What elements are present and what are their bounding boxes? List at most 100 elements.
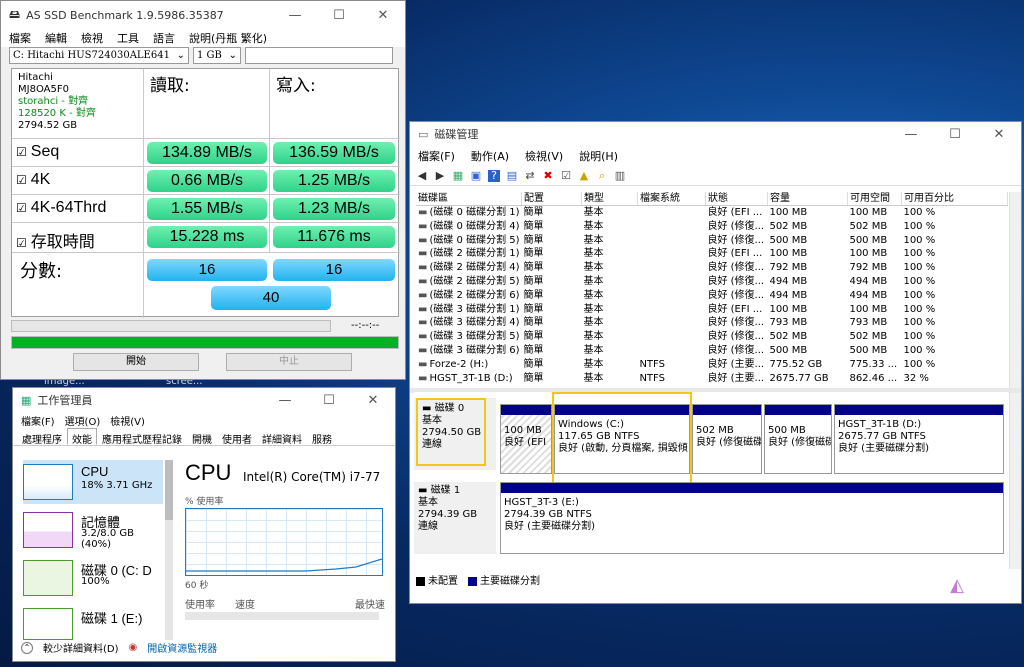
asssd-titlebar[interactable]: 🖴 AS SSD Benchmark 1.9.5986.35387 — ☐ ✕ xyxy=(1,1,405,29)
column-header[interactable]: 可用空間 xyxy=(848,192,902,205)
close-icon[interactable]: ✕ xyxy=(977,127,1021,142)
search-folder-icon[interactable]: ⌕ xyxy=(596,169,608,182)
sidebar-scrollbar[interactable] xyxy=(165,460,173,640)
partition-size: 500 MB xyxy=(768,425,806,436)
checkbox-icon[interactable]: ☑ xyxy=(16,201,27,215)
maximize-icon[interactable]: ☐ xyxy=(933,127,977,142)
table-row[interactable]: ▬ (磁碟 2 磁碟分割 6) 簡單 基本 良好 (修復... 494 MB 494 MB… xyxy=(416,289,1008,303)
check-icon[interactable]: ☑ xyxy=(560,169,572,182)
table-row[interactable]: ▬ (磁碟 2 磁碟分割 1) 簡單 基本 良好 (EFI ... 100 MB 100 … xyxy=(416,247,1008,261)
table-row[interactable]: ▬ (磁碟 0 磁碟分割 1) 簡單 基本 良好 (EFI ... 100 MB 100 … xyxy=(416,206,1008,220)
column-header[interactable]: 配置 xyxy=(522,192,582,205)
menu-file[interactable]: 檔案(F) xyxy=(418,148,455,164)
dm-titlebar[interactable]: ▭ 磁碟管理 — ☐ ✕ xyxy=(410,122,1021,146)
close-icon[interactable]: ✕ xyxy=(361,8,405,23)
maximize-icon[interactable]: ☐ xyxy=(307,393,351,408)
view-icon[interactable]: ▥ xyxy=(614,169,626,182)
minimize-icon[interactable]: — xyxy=(889,127,933,142)
table-row[interactable]: ▬ (磁碟 3 磁碟分割 1) 簡單 基本 良好 (EFI ... 100 MB 100 … xyxy=(416,303,1008,317)
partition-hgst-e[interactable]: HGST_3T-3 (E:) 2794.39 GB NTFS 良好 (主要磁碟分… xyxy=(500,482,1004,554)
menu-language[interactable]: 語言 xyxy=(153,30,175,46)
disk1-info[interactable]: ▬ 磁碟 1 基本 2794.39 GB 連線 xyxy=(414,482,496,554)
checkbox-icon[interactable]: ☑ xyxy=(16,145,27,159)
disk-scrollbar[interactable] xyxy=(1009,393,1021,569)
table-row[interactable]: ▬ (磁碟 0 磁碟分割 4) 簡單 基本 良好 (修復... 502 MB 502 MB… xyxy=(416,220,1008,234)
column-header[interactable]: 容量 xyxy=(768,192,848,205)
menu-edit[interactable]: 編輯 xyxy=(45,30,67,46)
menu-view[interactable]: 檢視(V) xyxy=(525,148,563,164)
menu-options[interactable]: 選項(O) xyxy=(65,413,101,428)
table-row[interactable]: ▬ Forze-2 (H:) 簡單 基本 NTFS 良好 (主要... 775.52 GB… xyxy=(416,358,1008,372)
tab-app-history[interactable]: 應用程式歷程記錄 xyxy=(97,428,187,446)
menu-help[interactable]: 說明(丹瓶 繁化) xyxy=(189,30,267,46)
folder-up-icon[interactable]: ▲ xyxy=(578,169,590,182)
checkbox-icon[interactable]: ☑ xyxy=(16,173,27,187)
start-button[interactable]: 開始 xyxy=(73,353,199,371)
table-row[interactable]: ▬ (磁碟 2 磁碟分割 5) 簡單 基本 良好 (修復... 494 MB 494 MB… xyxy=(416,275,1008,289)
stop-button[interactable]: 中止 xyxy=(226,353,352,371)
tab-services[interactable]: 服務 xyxy=(307,428,337,446)
size-select-value: 1 GB xyxy=(197,50,222,61)
tab-users[interactable]: 使用者 xyxy=(217,428,257,446)
menu-file[interactable]: 檔案(F) xyxy=(21,413,55,428)
partition-recovery-1[interactable]: 502 MB 良好 (修復磁碟 xyxy=(692,404,762,474)
partition-hgst-d[interactable]: HGST_3T-1B (D:) 2675.77 GB NTFS 良好 (主要磁碟… xyxy=(834,404,1004,474)
tab-performance[interactable]: 效能 xyxy=(67,428,97,446)
tab-startup[interactable]: 開機 xyxy=(187,428,217,446)
partition-efi[interactable]: 100 MB 良好 (EFI xyxy=(500,404,552,474)
table-cell: 基本 xyxy=(583,372,604,384)
column-header[interactable]: 可用百分比 xyxy=(902,192,1008,205)
horizontal-scrollbar[interactable] xyxy=(185,612,379,620)
table-row[interactable]: ▬ (磁碟 3 磁碟分割 5) 簡單 基本 良好 (修復... 502 MB 502 MB… xyxy=(416,330,1008,344)
tm-titlebar[interactable]: ▦ 工作管理員 — ☐ ✕ xyxy=(13,388,395,412)
sidebar-item-disk1[interactable]: 磁碟 1 (E:) xyxy=(23,604,163,640)
menu-view[interactable]: 檢視(V) xyxy=(110,413,145,428)
name-field[interactable] xyxy=(245,47,393,64)
fewer-details-link[interactable]: 較少詳細資料(D) xyxy=(43,640,119,655)
sidebar-item-cpu[interactable]: CPU 18% 3.71 GHz xyxy=(23,460,163,504)
console-tree-icon[interactable]: ▦ xyxy=(452,169,464,182)
table-row[interactable]: ▬ (磁碟 0 磁碟分割 5) 簡單 基本 良好 (修復... 500 MB 500 MB… xyxy=(416,234,1008,248)
menu-file[interactable]: 檔案 xyxy=(9,30,31,46)
checkbox-icon[interactable]: ☑ xyxy=(16,236,27,250)
table-row[interactable]: ▬ (磁碟 3 磁碟分割 6) 簡單 基本 良好 (修復... 500 MB 500 MB… xyxy=(416,344,1008,358)
volume-scrollbar[interactable] xyxy=(1009,192,1021,388)
table-row[interactable]: ▬ (磁碟 3 磁碟分割 4) 簡單 基本 良好 (修復... 793 MB 793 MB… xyxy=(416,316,1008,330)
menu-action[interactable]: 動作(A) xyxy=(471,148,509,164)
drive-select[interactable]: C: Hitachi HUS724030ALE641 ⌄ xyxy=(9,47,189,64)
size-select[interactable]: 1 GB ⌄ xyxy=(193,47,241,64)
menu-bar: 檔案(F) 動作(A) 檢視(V) 說明(H) xyxy=(410,146,1021,166)
open-resource-monitor-link[interactable]: 開啟資源監視器 xyxy=(147,640,217,655)
forward-arrow-icon[interactable]: ▶ xyxy=(434,169,446,182)
connect-icon[interactable]: ⇄ xyxy=(524,169,536,182)
back-arrow-icon[interactable]: ◀ xyxy=(416,169,428,182)
chevron-up-icon[interactable]: ⌃ xyxy=(21,641,33,654)
table-row[interactable]: ▬ HGST_3T-1B (D:) 簡單 基本 NTFS 良好 (主要... 2675.7… xyxy=(416,372,1008,386)
menu-view[interactable]: 檢視 xyxy=(81,30,103,46)
column-header[interactable]: 類型 xyxy=(582,192,638,205)
menu-help[interactable]: 說明(H) xyxy=(579,148,618,164)
sidebar-item-disk0[interactable]: 磁碟 0 (C: D 100% xyxy=(23,556,163,600)
window-title: AS SSD Benchmark 1.9.5986.35387 xyxy=(26,8,224,22)
column-header[interactable]: 狀態 xyxy=(706,192,768,205)
column-header[interactable]: 磁碟區 xyxy=(416,192,522,205)
delete-icon[interactable]: ✖ xyxy=(542,169,554,182)
cpu-model: Intel(R) Core(TM) i7-77 xyxy=(243,470,381,484)
sidebar-item-memory[interactable]: 記憶體 3.2/8.0 GB (40%) xyxy=(23,508,163,552)
column-header[interactable]: 檔案系統 xyxy=(638,192,706,205)
menu-tools[interactable]: 工具 xyxy=(117,30,139,46)
close-icon[interactable]: ✕ xyxy=(351,393,395,408)
tm-footer: ⌃ 較少詳細資料(D) ◉ 開啟資源監視器 xyxy=(21,640,217,655)
table-row[interactable]: ▬ (磁碟 2 磁碟分割 4) 簡單 基本 良好 (修復... 792 MB 792 MB… xyxy=(416,261,1008,275)
list-icon[interactable]: ▤ xyxy=(506,169,518,182)
partition-recovery-2[interactable]: 500 MB 良好 (修復磁碟 xyxy=(764,404,832,474)
page-title: CPU xyxy=(185,460,232,485)
minimize-icon[interactable]: — xyxy=(273,8,317,23)
maximize-icon[interactable]: ☐ xyxy=(317,8,361,23)
properties-icon[interactable]: ▣ xyxy=(470,169,482,182)
tab-details[interactable]: 詳細資料 xyxy=(257,428,307,446)
disk0-info[interactable]: ▬ 磁碟 0 基本 2794.50 GB 連線 xyxy=(414,398,496,470)
minimize-icon[interactable]: — xyxy=(263,393,307,408)
help-icon[interactable]: ? xyxy=(488,169,500,182)
tab-processes[interactable]: 處理程序 xyxy=(17,428,67,446)
